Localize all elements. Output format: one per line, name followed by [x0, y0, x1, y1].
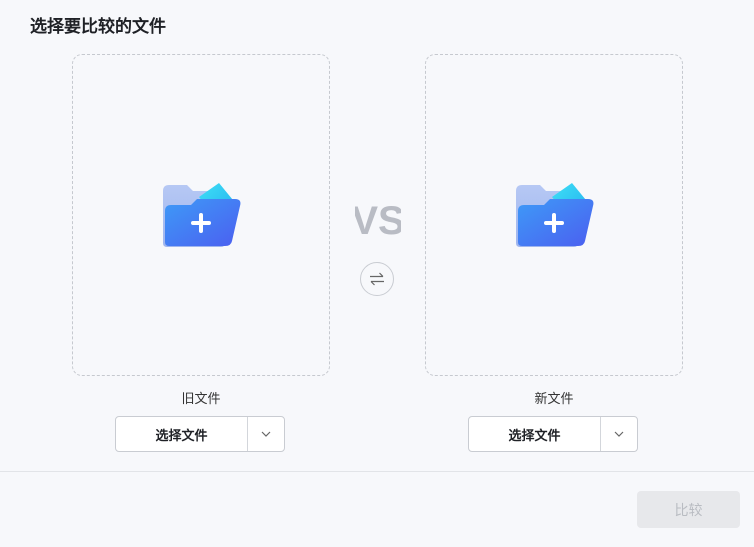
- vs-label: VS: [355, 199, 401, 242]
- folder-add-icon: [516, 183, 594, 247]
- footer-divider: [0, 471, 754, 472]
- chevron-down-icon: [614, 431, 624, 437]
- new-file-dropdown-button[interactable]: [601, 417, 637, 451]
- folder-add-icon: [163, 183, 241, 247]
- old-file-dropdown-button[interactable]: [248, 417, 284, 451]
- chevron-down-icon: [261, 431, 271, 437]
- swap-files-button[interactable]: [360, 262, 394, 296]
- new-file-drop-zone[interactable]: [425, 54, 683, 376]
- page-title: 选择要比较的文件: [30, 17, 166, 37]
- old-file-choose-button[interactable]: 选择文件: [116, 417, 248, 451]
- vs-text: VS: [355, 199, 401, 242]
- new-file-label: 新文件: [534, 392, 574, 407]
- old-file-label: 旧文件: [181, 392, 221, 407]
- swap-arrows-icon: [370, 272, 384, 286]
- new-file-choose-button[interactable]: 选择文件: [469, 417, 601, 451]
- old-file-drop-zone[interactable]: [72, 54, 330, 376]
- compare-button[interactable]: 比较: [637, 491, 740, 528]
- new-file-picker: 选择文件: [468, 416, 638, 452]
- old-file-picker: 选择文件: [115, 416, 285, 452]
